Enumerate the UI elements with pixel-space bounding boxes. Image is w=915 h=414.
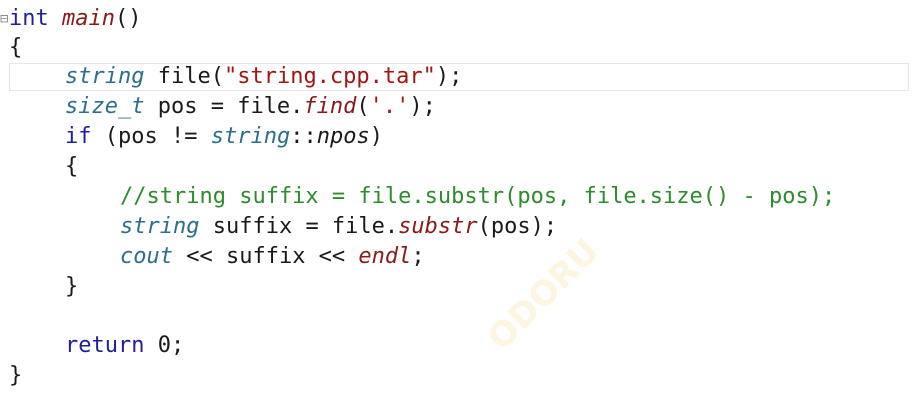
statement-end: ); <box>409 94 436 119</box>
code-line-12[interactable]: } <box>9 361 22 391</box>
number-literal: 0 <box>157 333 171 358</box>
identifier-cout: cout <box>120 244 173 269</box>
keyword-return: return <box>65 333 145 358</box>
parens: () <box>114 6 142 31</box>
type-string: string <box>120 214 200 239</box>
keyword-int: int <box>9 6 49 31</box>
keyword-if: if <box>65 124 92 149</box>
code-line-11[interactable]: return 0; <box>65 331 184 361</box>
close-brace: } <box>65 274 79 299</box>
condition: (pos != <box>91 124 211 149</box>
code-line-9[interactable]: cout << suffix << endl; <box>120 242 425 272</box>
open-paren: ( <box>356 94 370 119</box>
member-npos: npos <box>316 124 370 149</box>
declaration: suffix = file. <box>199 214 399 239</box>
stream-expression: << suffix << <box>172 244 359 269</box>
fold-toggle-icon[interactable]: ⊟ <box>0 8 8 30</box>
statement-end: ; <box>411 244 425 269</box>
code-editor[interactable]: ⊟ int main() { string file("string.cpp.t… <box>0 0 915 414</box>
method-substr: substr <box>398 214 478 239</box>
method-find: find <box>303 94 357 119</box>
code-line-3[interactable]: string file("string.cpp.tar"); <box>65 62 462 92</box>
statement-end: ; <box>170 333 185 358</box>
code-line-4[interactable]: size_t pos = file.find('.'); <box>65 92 436 122</box>
string-literal: "string.cpp.tar" <box>223 64 436 89</box>
identifier-endl: endl <box>358 244 412 269</box>
char-literal: '.' <box>369 94 410 119</box>
code-line-1[interactable]: int main() <box>9 4 141 34</box>
close-brace: } <box>9 363 23 388</box>
code-line-5[interactable]: if (pos != string::npos) <box>65 122 383 152</box>
statement-end: ); <box>435 64 463 89</box>
function-main: main <box>62 6 115 31</box>
code-line-7[interactable]: //string suffix = file.substr(pos, file.… <box>120 182 835 212</box>
open-brace: { <box>9 35 23 60</box>
identifier: file( <box>144 64 224 89</box>
scope-operator: :: <box>290 124 317 149</box>
open-brace: { <box>65 154 79 179</box>
code-line-6[interactable]: { <box>65 152 78 182</box>
watermark: ODORU <box>480 231 608 359</box>
type-string: string <box>65 64 145 89</box>
code-line-8[interactable]: string suffix = file.substr(pos); <box>120 212 557 242</box>
type-string: string <box>210 124 291 149</box>
arguments: (pos); <box>477 214 558 239</box>
code-line-2[interactable]: { <box>9 33 22 63</box>
expression: pos = file. <box>144 94 304 119</box>
comment: //string suffix = file.substr(pos, file.… <box>120 184 836 209</box>
close-paren: ) <box>369 124 383 149</box>
code-line-10[interactable]: } <box>65 272 78 302</box>
type-size-t: size_t <box>65 94 145 119</box>
